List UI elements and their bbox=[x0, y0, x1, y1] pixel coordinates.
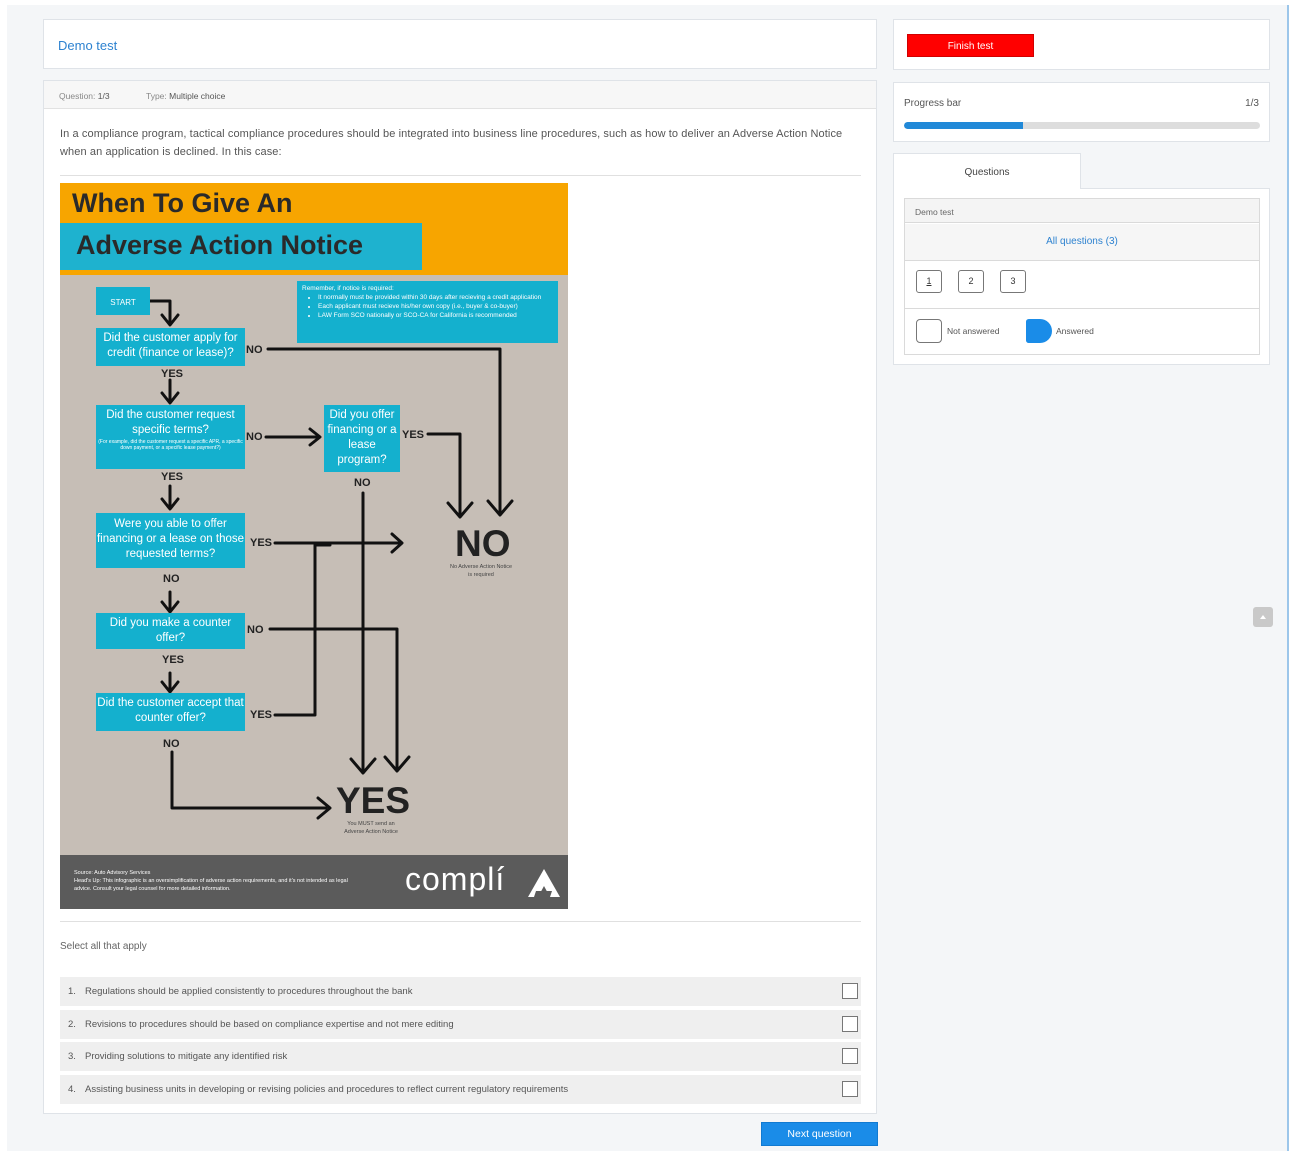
test-title-card: Demo test bbox=[43, 19, 877, 69]
compli-logo: complí bbox=[405, 861, 506, 897]
tab-questions[interactable]: Questions bbox=[893, 153, 1081, 189]
test-title: Demo test bbox=[58, 38, 118, 53]
question-number: 1/3 bbox=[97, 91, 110, 101]
questions-panel: Demo test All questions (3) 1 2 3 Not an… bbox=[893, 188, 1270, 365]
all-questions-link[interactable]: All questions (3) bbox=[905, 224, 1259, 261]
question-type: Multiple choice bbox=[169, 91, 226, 101]
flow-label-no: NO bbox=[163, 573, 180, 585]
page: Demo test Question: 1/3 Type: Multiple c… bbox=[7, 5, 1289, 1151]
divider bbox=[905, 308, 1259, 309]
answered-swatch bbox=[1026, 319, 1052, 343]
flow-label-no: NO bbox=[247, 624, 264, 636]
not-answered-swatch bbox=[916, 319, 942, 343]
flow-q2-note: (For example, did the customer request a… bbox=[98, 439, 243, 451]
not-answered-label: Not answered bbox=[947, 326, 1000, 336]
answer-option[interactable]: 2. Revisions to procedures should be bas… bbox=[60, 1010, 861, 1039]
infographic-footer: Source: Auto Advisory Services Head's Up… bbox=[60, 855, 568, 909]
flow-label-no: NO bbox=[246, 431, 263, 443]
outcome-yes-note: You MUST send an Adverse Action Notice bbox=[344, 821, 398, 835]
answered-label: Answered bbox=[1056, 326, 1094, 336]
flow-q5: Did you make a counter offer? bbox=[96, 613, 245, 649]
flow-q1: Did the customer apply for credit (finan… bbox=[96, 328, 245, 366]
answer-option[interactable]: 4. Assisting business units in developin… bbox=[60, 1075, 861, 1104]
question-text: In a compliance program, tactical compli… bbox=[60, 128, 843, 158]
question-nav-3[interactable]: 3 bbox=[1000, 270, 1026, 293]
chevron-up-icon bbox=[1260, 615, 1266, 619]
flow-label-yes: YES bbox=[250, 537, 273, 549]
option-checkbox[interactable] bbox=[842, 1081, 858, 1097]
scroll-top-button[interactable] bbox=[1253, 607, 1273, 627]
flow-label-yes: YES bbox=[161, 471, 184, 483]
option-text: Revisions to procedures should be based … bbox=[85, 1019, 454, 1030]
section-title: Demo test bbox=[905, 199, 1259, 223]
question-meta: Question: 1/3 Type: Multiple choice bbox=[44, 81, 876, 109]
remember-item: It normally must be provided within 30 d… bbox=[318, 293, 553, 302]
flow-q3: Did you offer financing or a lease progr… bbox=[324, 405, 400, 472]
finish-card: Finish test bbox=[893, 19, 1270, 70]
instruction-text: Select all that apply bbox=[60, 941, 147, 952]
adverse-action-infographic: When To Give An Adverse Action Notice ST… bbox=[60, 183, 568, 909]
question-number-label: Question: bbox=[59, 91, 96, 101]
next-question-button[interactable]: Next question bbox=[761, 1122, 878, 1146]
question-nav-2[interactable]: 2 bbox=[958, 270, 984, 293]
option-number: 4. bbox=[68, 1084, 76, 1095]
option-number: 1. bbox=[68, 986, 76, 997]
option-checkbox[interactable] bbox=[842, 1048, 858, 1064]
flow-q2-text: Did the customer request specific terms? bbox=[106, 409, 235, 436]
outcome-no-note: No Adverse Action Notice is required bbox=[449, 564, 513, 578]
divider bbox=[60, 175, 861, 176]
question-type-label: Type: bbox=[145, 91, 167, 101]
option-checkbox[interactable] bbox=[842, 1016, 858, 1032]
question-navigator: Demo test All questions (3) 1 2 3 Not an… bbox=[904, 198, 1260, 355]
outcome-no: NO bbox=[455, 523, 511, 564]
flow-q2: Did the customer request specific terms?… bbox=[96, 405, 245, 469]
flow-label-yes: YES bbox=[161, 368, 184, 380]
flow-label-yes: YES bbox=[402, 429, 425, 441]
outcome-yes: YES bbox=[336, 780, 411, 821]
finish-test-button[interactable]: Finish test bbox=[907, 34, 1034, 57]
option-number: 2. bbox=[68, 1019, 76, 1030]
remember-item: LAW Form SCO nationally or SCO-CA for Ca… bbox=[318, 311, 553, 320]
remember-note: Remember, if notice is required: It norm… bbox=[297, 281, 558, 343]
compli-logo-mark-icon bbox=[528, 869, 560, 897]
progress-label: Progress bar bbox=[904, 98, 962, 109]
option-text: Providing solutions to mitigate any iden… bbox=[85, 1051, 288, 1062]
progress-track bbox=[904, 122, 1260, 129]
flow-q6: Did the customer accept that counter off… bbox=[96, 693, 245, 731]
flow-label-yes: YES bbox=[250, 709, 273, 721]
answer-option[interactable]: 1. Regulations should be applied consist… bbox=[60, 977, 861, 1006]
source-text: Source: Auto Advisory Services bbox=[74, 870, 151, 876]
option-number: 3. bbox=[68, 1051, 76, 1062]
disclaimer-text: Head's Up: This infographic is an oversi… bbox=[74, 878, 348, 892]
progress-fill bbox=[904, 122, 1023, 129]
flow-label-no: NO bbox=[246, 344, 263, 356]
flow-label-no: NO bbox=[163, 738, 180, 750]
question-card: Question: 1/3 Type: Multiple choice In a… bbox=[43, 80, 877, 1114]
option-text: Regulations should be applied consistent… bbox=[85, 986, 413, 997]
progress-card: Progress bar 1/3 bbox=[893, 82, 1270, 142]
answer-option[interactable]: 3. Providing solutions to mitigate any i… bbox=[60, 1042, 861, 1071]
option-checkbox[interactable] bbox=[842, 983, 858, 999]
flow-label-yes: YES bbox=[162, 654, 185, 666]
remember-item: Each applicant must recieve his/her own … bbox=[318, 302, 553, 311]
flow-label-no: NO bbox=[354, 477, 371, 489]
flow-start: START bbox=[96, 287, 150, 315]
progress-count: 1/3 bbox=[1245, 98, 1259, 109]
infographic-source: Source: Auto Advisory Services Head's Up… bbox=[74, 869, 354, 893]
option-text: Assisting business units in developing o… bbox=[85, 1084, 569, 1095]
remember-title: Remember, if notice is required: bbox=[302, 285, 394, 292]
divider bbox=[60, 921, 861, 922]
question-nav-1[interactable]: 1 bbox=[916, 270, 942, 293]
flow-q4: Were you able to offer financing or a le… bbox=[96, 513, 245, 568]
